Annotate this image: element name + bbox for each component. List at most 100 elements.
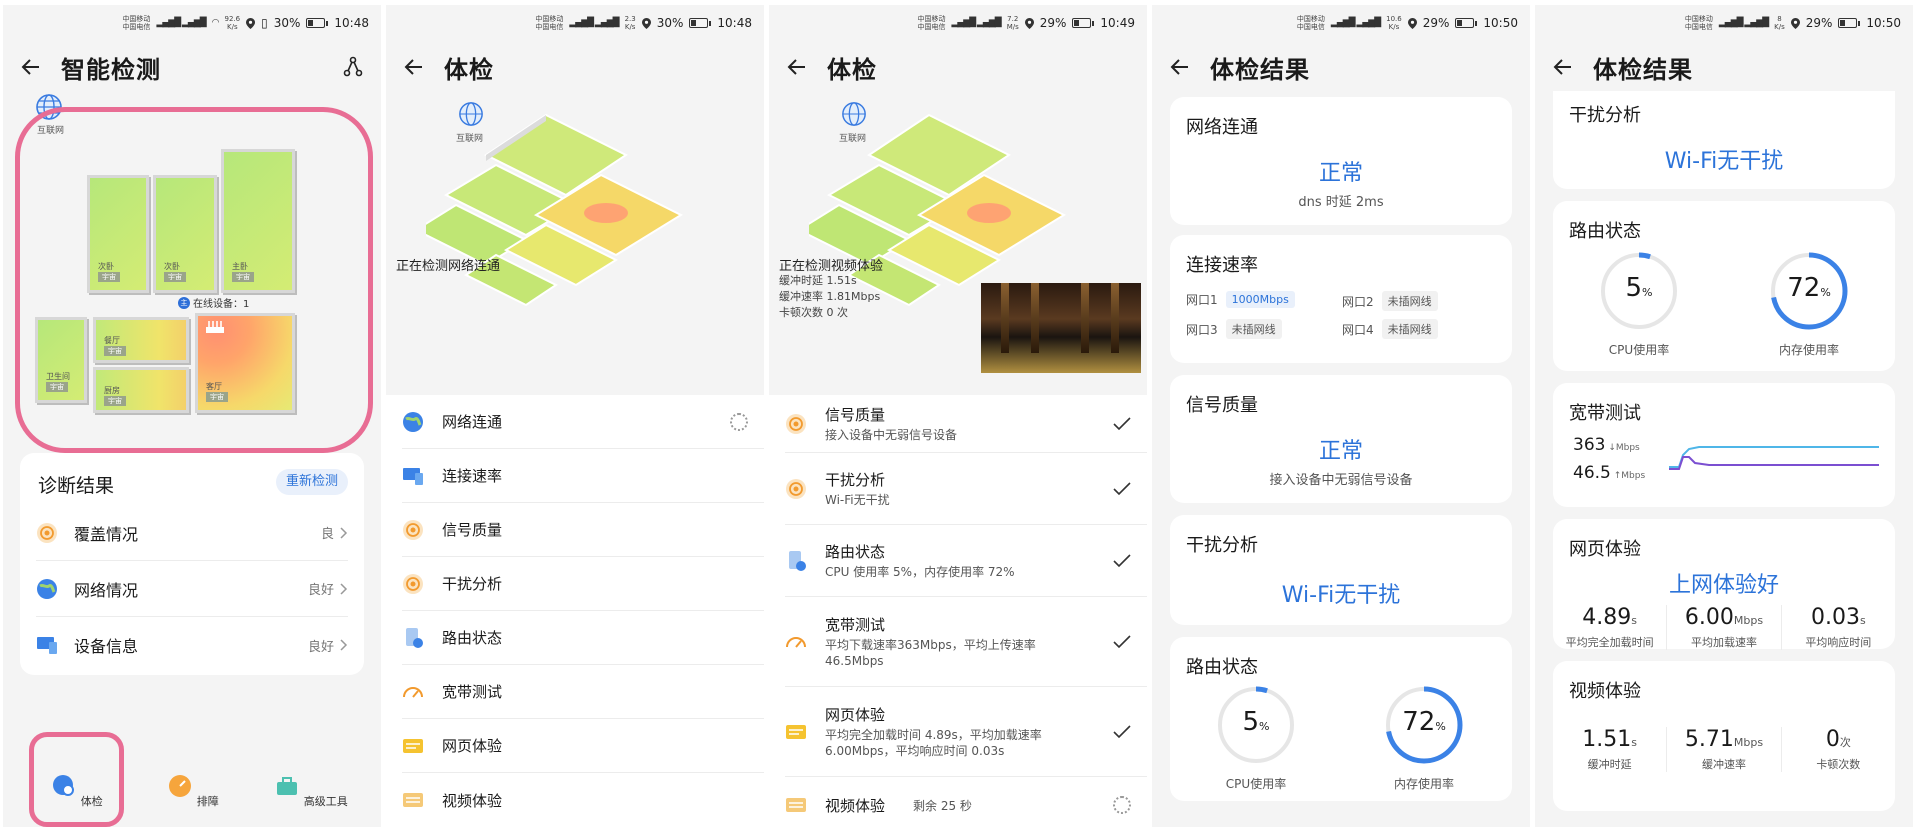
screen-checkup-progress: 中国移动 中国电信 ▂▄▆█ ▂▄▆█ 2.3 K/s 30% 10:48 体检 互…: [386, 5, 764, 827]
web-page-icon: [786, 724, 806, 739]
cpu-label: CPU使用率: [1225, 777, 1287, 791]
status-detail: dns 时延 2ms: [1298, 195, 1384, 210]
battery-percent: 30%: [656, 16, 684, 30]
net-speed-value: 92.6: [224, 15, 241, 23]
cpu-value: 5: [1242, 707, 1260, 737]
check-item-bandwidth[interactable]: 宽带测试 平均下载速率363Mbps，平均上传速率 46.5Mbps: [785, 597, 1147, 687]
speed-unit: Mbps: [1621, 471, 1646, 481]
cpu-gauge: 5%: [1599, 251, 1679, 331]
check-item-router[interactable]: 路由状态: [402, 611, 764, 665]
metric-unit: s: [1631, 614, 1638, 627]
cpu-gauge: 5%: [1216, 685, 1296, 765]
video-metric-line: 缓冲速率 1.81Mbps: [779, 290, 881, 303]
speedometer-icon: [786, 636, 806, 648]
check-item-router[interactable]: 路由状态 CPU 使用率 5%，内存使用率 72%: [785, 525, 1147, 597]
check-item-web[interactable]: 网页体验: [402, 719, 764, 773]
app-header: 体检结果: [1551, 47, 1897, 87]
battery-percent: 30%: [273, 16, 301, 30]
port-2: 网口2 未插网线: [1342, 291, 1438, 311]
status-value: Wi-Fi无干扰: [1664, 149, 1784, 174]
nav-troubleshoot[interactable]: 排障: [153, 773, 233, 809]
check-item-label: 宽带测试: [442, 683, 503, 701]
diag-row-value: 良好: [307, 639, 334, 655]
status-bar: 中国移动 中国电信 ▂▄▆█ ▂▄▆█ 10.6 K/s 29% 10:50: [1297, 13, 1518, 33]
card-connectivity: 网络连通 正常 dns 时延 2ms: [1170, 97, 1512, 225]
check-item-bandwidth[interactable]: 宽带测试: [402, 665, 764, 719]
highlight-annotation: [15, 107, 373, 453]
wifi-icon: ◠: [211, 18, 220, 28]
recheck-button[interactable]: 重新检测: [275, 469, 348, 495]
screen-checkup-results-1: 中国移动 中国电信 ▂▄▆█ ▂▄▆█ 10.6 K/s 29% 10:50 体检结…: [1152, 5, 1530, 827]
progress-caption: 正在检测网络连通: [396, 259, 501, 274]
check-item-label: 信号质量: [825, 406, 886, 424]
metric: 6.00Mbps 平均加载速率: [1667, 605, 1782, 650]
port-1: 网口1 1000Mbps: [1186, 291, 1295, 308]
metric: 4.89s 平均完全加载时间: [1553, 605, 1668, 650]
check-item-label: 网页体验: [442, 737, 503, 755]
carrier-1: 中国移动: [1296, 15, 1325, 23]
metric-unit: 次: [1839, 736, 1851, 749]
checkmark-icon: [1113, 724, 1131, 738]
back-arrow-icon[interactable]: [19, 55, 43, 79]
net-speed-value: 7.2: [1007, 15, 1019, 23]
metric-label: 卡顿次数: [1816, 758, 1861, 771]
video-icon: [786, 798, 806, 812]
check-item-label: 干扰分析: [442, 575, 503, 593]
signal-icon: ▂▄▆█ ▂▄▆█: [1718, 18, 1769, 28]
back-arrow-icon[interactable]: [1551, 55, 1575, 79]
card-title: 网络连通: [1186, 117, 1258, 138]
clock: 10:48: [334, 16, 369, 30]
net-speed-unit: K/s: [624, 23, 636, 31]
metric-value: 4.89: [1582, 605, 1632, 630]
location-icon: [641, 17, 651, 29]
highlight-annotation: [29, 732, 124, 827]
video-metrics: 1.51s 缓冲时延 5.71Mbps 缓冲速率 0次 卡顿次数: [1553, 727, 1895, 772]
carrier-2: 中国电信: [122, 23, 151, 31]
checkmark-icon: [1113, 481, 1131, 495]
status-bar: 中国移动 中国电信 ▂▄▆█ ▂▄▆█ ◠ 92.6 K/s ▯ 30% 10:48: [122, 13, 369, 33]
signal-icon: ▂▄▆█ ▂▄▆█: [569, 18, 619, 28]
location-icon: [1790, 17, 1800, 29]
back-arrow-icon[interactable]: [1168, 55, 1192, 79]
metric-value: 6.00: [1684, 605, 1734, 630]
back-arrow-icon[interactable]: [402, 55, 426, 79]
back-arrow-icon[interactable]: [785, 55, 809, 79]
nav-advanced-tools[interactable]: 高级工具: [271, 773, 351, 809]
video-metric-line: 缓冲时延 1.51s: [779, 274, 857, 287]
check-item-web[interactable]: 网页体验 平均完全加载时间 4.89s，平均加载速率 6.00Mbps，平均响应时…: [785, 687, 1147, 777]
nav-label: 排障: [196, 795, 219, 808]
card-title: 信号质量: [1186, 395, 1258, 416]
check-item-signal[interactable]: 信号质量 接入设备中无弱信号设备: [785, 395, 1147, 453]
upload-value: 46.5: [1573, 463, 1611, 483]
card-title: 连接速率: [1186, 255, 1258, 276]
diag-row-device[interactable]: 设备信息 良好: [36, 617, 348, 673]
port-value: 未插网线: [1381, 319, 1438, 339]
check-item-desc: Wi-Fi无干扰: [825, 493, 890, 507]
check-item-rate[interactable]: 连接速率: [402, 449, 764, 503]
screen-smart-detect: 中国移动 中国电信 ▂▄▆█ ▂▄▆█ ◠ 92.6 K/s ▯ 30% 10:48…: [3, 5, 381, 827]
isometric-floor-map: 互联网: [386, 95, 764, 395]
diag-row-network[interactable]: 网络情况 良好: [36, 561, 348, 617]
port-3: 网口3 未插网线: [1186, 319, 1282, 339]
check-item-interference[interactable]: 干扰分析 Wi-Fi无干扰: [785, 453, 1147, 525]
card-bandwidth: 宽带测试 363 ↓Mbps 46.5 ↑Mbps: [1553, 383, 1895, 507]
check-item-video[interactable]: 视频体验 剩余 25 秒: [785, 777, 1147, 827]
app-header: 体检: [785, 47, 1131, 87]
card-router-status: 路由状态 5% CPU使用率 72% 内存使用率: [1553, 201, 1895, 371]
gauge-icon: [169, 775, 192, 797]
card-title: 路由状态: [1569, 221, 1641, 242]
check-item-interference[interactable]: 干扰分析: [402, 557, 764, 611]
carrier-2: 中国电信: [917, 23, 946, 31]
monitor-icon: [37, 637, 57, 654]
battery-icon: [1455, 18, 1478, 28]
check-item-video[interactable]: 视频体验: [402, 773, 764, 827]
diag-row-coverage[interactable]: 覆盖情况 良: [36, 505, 348, 561]
check-item-signal[interactable]: 信号质量: [402, 503, 764, 557]
download-value: 363: [1573, 435, 1606, 455]
topology-icon[interactable]: [341, 55, 365, 79]
check-item-connectivity[interactable]: 网络连通: [402, 395, 764, 449]
metric-unit: Mbps: [1733, 614, 1764, 627]
net-speed: 7.2 M/s: [1007, 15, 1019, 31]
net-speed: 8 K/s: [1774, 15, 1785, 31]
percent-unit: %: [1642, 286, 1653, 299]
